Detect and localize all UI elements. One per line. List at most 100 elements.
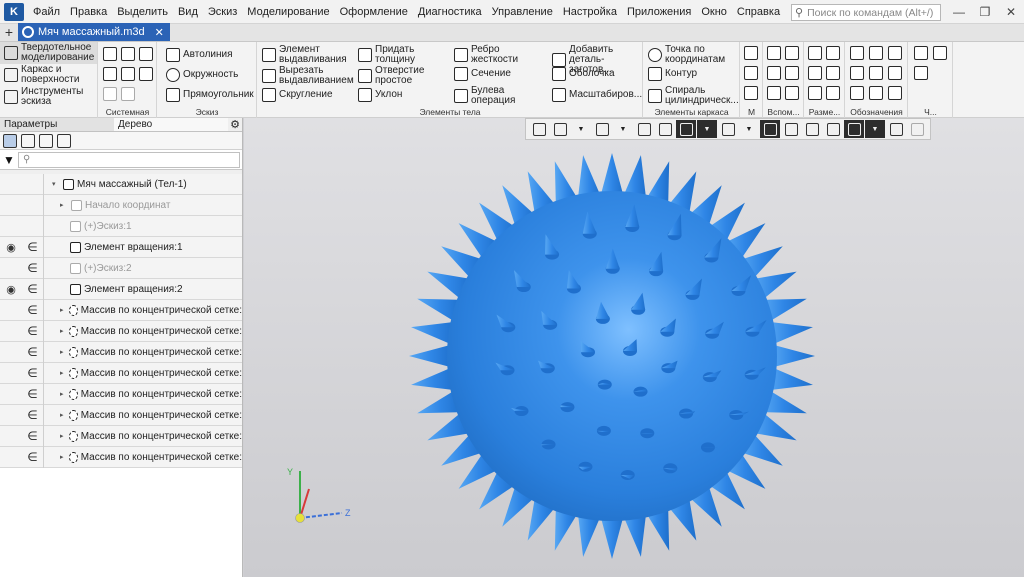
weld-icon[interactable]: [869, 86, 883, 100]
tab-tree[interactable]: Дерево: [114, 118, 228, 131]
menu-help[interactable]: Справка: [732, 0, 785, 24]
tree-row[interactable]: ∈ ▸ Массив по концентрической сетке:: [0, 425, 242, 447]
3d-viewport[interactable]: ▼ ▼ ▼ ▼ ▼ Y Z: [244, 118, 1024, 577]
rectangle-button[interactable]: Прямоугольник: [166, 88, 254, 102]
print-preview-icon[interactable]: [121, 67, 135, 81]
tree-row[interactable]: ∈ ▸ Массив по концентрической сетке:: [0, 341, 242, 363]
linear-dim-icon[interactable]: [808, 46, 822, 60]
tree-search-input[interactable]: ⚲: [18, 151, 240, 168]
tree-row[interactable]: ∈ ▸ Массив по концентрической сетке:: [0, 404, 242, 426]
document-tab[interactable]: Мяч массажный.m3d ✕: [18, 23, 170, 41]
extrude-button[interactable]: Элемент выдавливания: [262, 45, 347, 65]
boolean-button[interactable]: Булева операция: [454, 86, 515, 106]
expand-arrow-icon[interactable]: ▸: [60, 201, 68, 209]
expand-arrow-icon[interactable]: ▸: [60, 369, 66, 377]
filter-icon[interactable]: ▼: [0, 153, 18, 167]
relations-cell[interactable]: ∈: [22, 362, 44, 384]
expand-arrow-icon[interactable]: ▸: [60, 306, 66, 314]
menu-select[interactable]: Выделить: [112, 0, 173, 24]
expand-arrow-icon[interactable]: ▸: [60, 327, 66, 335]
cut-extrude-button[interactable]: Вырезать выдавливанием: [262, 66, 354, 86]
visibility-cell[interactable]: [0, 447, 22, 468]
pattern-icon[interactable]: [744, 86, 758, 100]
add-document-icon[interactable]: +: [0, 23, 18, 41]
relations-cell[interactable]: ∈: [22, 383, 44, 405]
drawing-icon[interactable]: [933, 46, 947, 60]
diameter-dim-icon[interactable]: [826, 66, 840, 80]
tree-row[interactable]: ▾ Мяч массажный (Тел-1): [0, 173, 242, 195]
drawing-view-icon[interactable]: [914, 46, 928, 60]
menu-design[interactable]: Оформление: [335, 0, 413, 24]
visibility-cell[interactable]: [0, 321, 22, 342]
helix-button[interactable]: Спираль цилиндрическ...: [648, 86, 739, 106]
visibility-cell[interactable]: [0, 342, 22, 363]
tree-bodies-icon[interactable]: [39, 133, 53, 148]
aux-plane-icon[interactable]: [767, 46, 781, 60]
array-icon[interactable]: [744, 46, 758, 60]
relations-cell[interactable]: [22, 215, 44, 237]
aux-line-icon[interactable]: [767, 86, 781, 100]
relations-cell[interactable]: ∈: [22, 320, 44, 342]
position-icon[interactable]: [888, 86, 902, 100]
menu-edit[interactable]: Правка: [65, 0, 112, 24]
projection-icon[interactable]: [914, 66, 928, 80]
app-logo-icon[interactable]: K: [4, 2, 24, 21]
gear-icon[interactable]: ⚙: [228, 118, 242, 131]
mode-sketch-tools[interactable]: Инструменты эскиза: [0, 86, 97, 108]
menu-management[interactable]: Управление: [487, 0, 558, 24]
mode-surfaces[interactable]: Каркас и поверхности: [0, 64, 97, 86]
visibility-cell[interactable]: [0, 174, 22, 195]
thicken-button[interactable]: Придать толщину: [358, 45, 415, 65]
measure-icon[interactable]: [826, 86, 840, 100]
aux-surface-icon[interactable]: [785, 86, 799, 100]
relations-cell[interactable]: [22, 194, 44, 216]
tree-row[interactable]: ∈ ▸ Массив по концентрической сетке:: [0, 299, 242, 321]
close-icon[interactable]: ✕: [998, 0, 1024, 24]
save-icon[interactable]: [139, 67, 153, 81]
visibility-cell[interactable]: [0, 195, 22, 216]
print-icon[interactable]: [103, 67, 117, 81]
simple-hole-button[interactable]: Отверстие простое: [358, 66, 424, 86]
eye-icon[interactable]: ◉: [0, 237, 22, 258]
tree-row[interactable]: ∈ ▸ Массив по концентрической сетке:: [0, 383, 242, 405]
aux-point-icon[interactable]: [767, 66, 781, 80]
tree-row[interactable]: ◉ ∈ Элемент вращения:1: [0, 236, 242, 258]
menu-modeling[interactable]: Моделирование: [242, 0, 334, 24]
tab-parameters[interactable]: Параметры: [0, 118, 114, 131]
visibility-cell[interactable]: [0, 405, 22, 426]
relations-cell[interactable]: [22, 173, 44, 195]
tolerance-icon[interactable]: [850, 66, 864, 80]
menu-sketch[interactable]: Эскиз: [203, 0, 242, 24]
marking-icon[interactable]: [888, 66, 902, 80]
thread-icon[interactable]: [850, 86, 864, 100]
expand-arrow-icon[interactable]: ▸: [60, 390, 66, 398]
expand-arrow-icon[interactable]: ▸: [60, 348, 66, 356]
mode-solid-modeling[interactable]: Твердотельное моделирование: [0, 42, 97, 64]
visibility-cell[interactable]: [0, 363, 22, 384]
angular-dim-icon[interactable]: [808, 66, 822, 80]
contour-button[interactable]: Контур: [648, 67, 697, 81]
relations-cell[interactable]: ∈: [22, 341, 44, 363]
base-icon[interactable]: [888, 46, 902, 60]
new-file-icon[interactable]: [121, 47, 135, 61]
menu-diagnostics[interactable]: Диагностика: [413, 0, 487, 24]
relations-cell[interactable]: ∈: [22, 446, 44, 468]
undo-icon[interactable]: [103, 87, 117, 101]
point-by-coords-button[interactable]: Точка по координатам: [648, 45, 725, 65]
menu-file[interactable]: Файл: [28, 0, 65, 24]
autoline-button[interactable]: Автолиния: [166, 48, 233, 62]
menu-view[interactable]: Вид: [173, 0, 203, 24]
new-document-icon[interactable]: [103, 47, 117, 61]
tree-row[interactable]: ▸ Начало координат: [0, 194, 242, 216]
visibility-cell[interactable]: [0, 258, 22, 279]
leader-icon[interactable]: [869, 46, 883, 60]
relations-cell[interactable]: ∈: [22, 299, 44, 321]
eye-icon[interactable]: ◉: [0, 279, 22, 300]
tree-filter-mode-icon[interactable]: [57, 133, 71, 148]
tree-row[interactable]: ∈ (+)Эскиз:2: [0, 257, 242, 279]
visibility-cell[interactable]: [0, 300, 22, 321]
tree-row[interactable]: ◉ ∈ Элемент вращения:2: [0, 278, 242, 300]
expand-arrow-icon[interactable]: ▾: [52, 180, 60, 188]
menu-window[interactable]: Окно: [696, 0, 732, 24]
command-search-input[interactable]: ⚲ Поиск по командам (Alt+/): [791, 4, 941, 21]
